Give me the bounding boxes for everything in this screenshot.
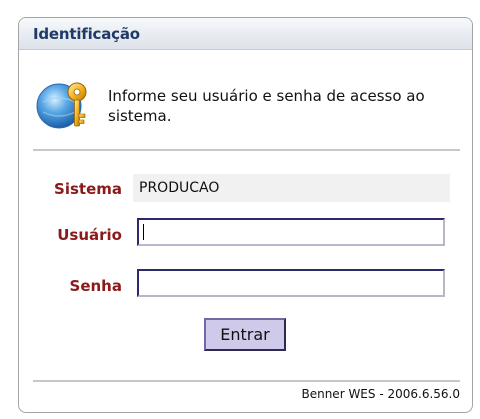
divider — [33, 380, 460, 382]
user-input[interactable] — [137, 218, 445, 246]
login-dialog: Identificação Informe seu usuário e senh… — [18, 17, 473, 413]
user-label: Usuário — [57, 226, 122, 244]
security-key-icon — [36, 82, 87, 129]
divider — [33, 149, 460, 151]
dialog-title: Identificação — [33, 24, 140, 43]
dialog-header: Identificação — [19, 18, 472, 50]
version-text: Benner WES - 2006.6.56.0 — [301, 387, 460, 401]
system-value: PRODUCAO — [133, 174, 450, 202]
info-message: Informe seu usuário e senha de acesso ao… — [33, 64, 458, 136]
info-text: Informe seu usuário e senha de acesso ao… — [108, 87, 425, 125]
enter-button[interactable]: Entrar — [204, 318, 286, 351]
password-label: Senha — [69, 277, 122, 295]
system-label: Sistema — [54, 180, 122, 198]
text-caret — [143, 224, 144, 240]
password-input[interactable] — [137, 269, 445, 297]
